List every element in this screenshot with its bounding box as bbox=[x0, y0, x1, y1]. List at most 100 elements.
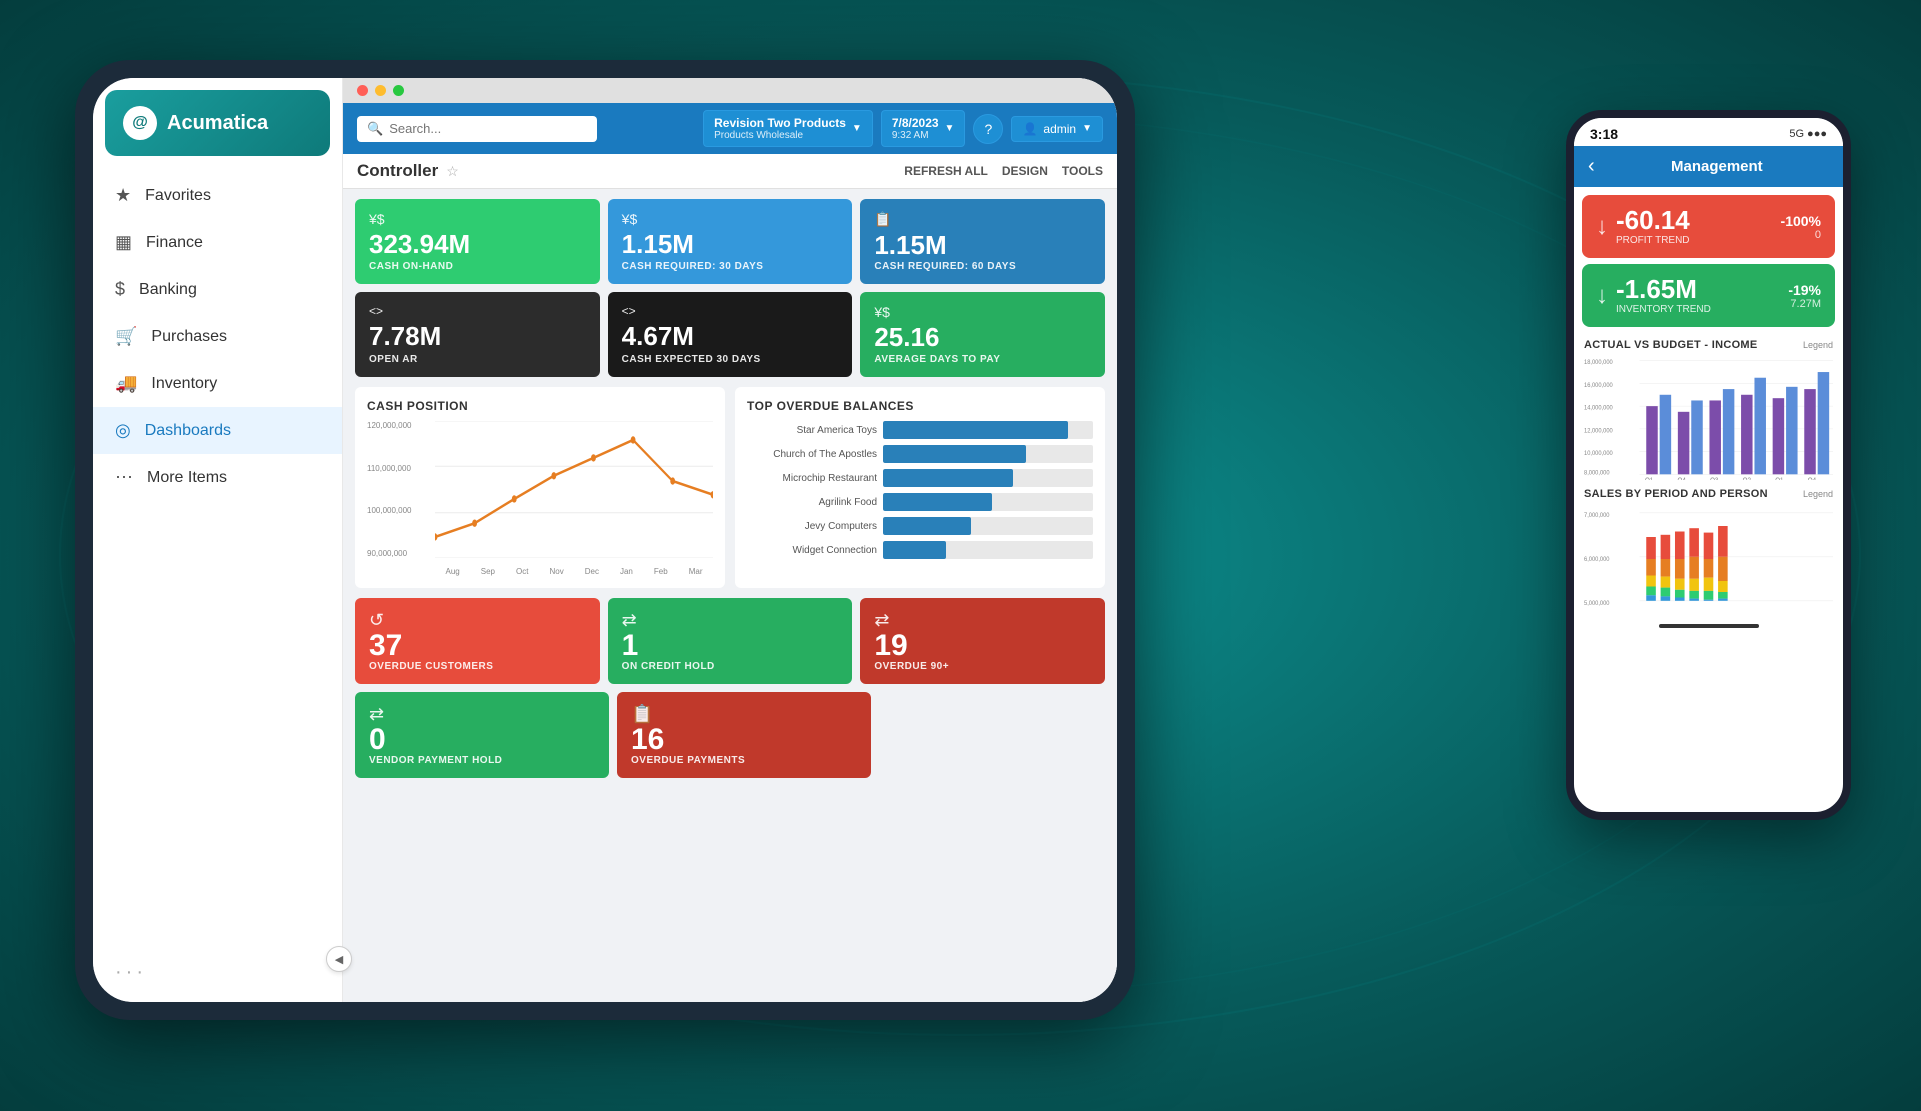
svg-text:16,000,000: 16,000,000 bbox=[1584, 381, 1613, 389]
more-items-icon: ⋯ bbox=[115, 467, 133, 488]
cash-expected-icon: <> bbox=[622, 304, 636, 318]
company-chevron-icon: ▼ bbox=[852, 123, 862, 134]
inventory-trend-value: -1.65M bbox=[1616, 276, 1711, 302]
metric-overdue-customers[interactable]: ↺ 37 OVERDUE CUSTOMERS bbox=[355, 598, 600, 684]
bar-label: Star America Toys bbox=[747, 425, 877, 436]
metric-cash-on-hand[interactable]: ¥$ 323.94M CASH ON-HAND bbox=[355, 199, 600, 284]
avg-days-value: 25.16 bbox=[874, 324, 1091, 350]
svg-text:Q1: Q1 bbox=[1775, 477, 1783, 480]
bar-chart: Star America Toys Church of The Apostles bbox=[747, 421, 1093, 559]
time-display: 9:32 AM bbox=[892, 130, 939, 141]
bar-row: Microchip Restaurant bbox=[747, 469, 1093, 487]
metric-cash-expected[interactable]: <> 4.67M CASH EXPECTED 30 DAYS bbox=[608, 292, 853, 377]
overdue-payments-label: OVERDUE PAYMENTS bbox=[631, 755, 857, 766]
nav-item-purchases[interactable]: 🛒 Purchases bbox=[93, 313, 342, 360]
open-ar-value: 7.78M bbox=[369, 323, 586, 349]
metric-overdue-payments[interactable]: 📋 16 OVERDUE PAYMENTS bbox=[617, 692, 871, 778]
top-nav: 🔍 Revision Two Products Products Wholesa… bbox=[343, 103, 1117, 154]
inventory-trend-label: INVENTORY TREND bbox=[1616, 304, 1711, 315]
sidebar-collapse-button[interactable]: ◀ bbox=[326, 946, 352, 972]
credit-hold-label: ON CREDIT HOLD bbox=[622, 661, 839, 672]
sidebar: @ Acumatica ★ Favorites ▦ Finance $ Bank… bbox=[93, 78, 343, 1002]
inventory-icon: 🚚 bbox=[115, 373, 137, 394]
bar-row: Star America Toys bbox=[747, 421, 1093, 439]
mobile-back-icon[interactable]: ‹ bbox=[1588, 155, 1595, 178]
design-button[interactable]: DESIGN bbox=[1002, 164, 1048, 178]
credit-hold-value: 1 bbox=[622, 631, 839, 661]
overdue-customers-label: OVERDUE CUSTOMERS bbox=[369, 661, 586, 672]
actual-vs-budget-title: ACTUAL VS BUDGET - INCOME bbox=[1584, 339, 1758, 351]
metric-cash-required-60[interactable]: 📋 1.15M CASH REQUIRED: 60 DAYS bbox=[860, 199, 1105, 284]
logo-area: @ Acumatica bbox=[105, 90, 330, 156]
svg-text:8,000,000: 8,000,000 bbox=[1584, 469, 1610, 477]
cash-req-30-icon: ¥$ bbox=[622, 211, 638, 227]
nav-item-finance[interactable]: ▦ Finance bbox=[93, 219, 342, 266]
metric-credit-hold[interactable]: ⇄ 1 ON CREDIT HOLD bbox=[608, 598, 853, 684]
overdue-balances-chart: TOP OVERDUE BALANCES Star America Toys bbox=[735, 387, 1105, 588]
overdue-payments-value: 16 bbox=[631, 725, 857, 755]
svg-text:5,000,000: 5,000,000 bbox=[1584, 600, 1610, 607]
help-button[interactable]: ? bbox=[973, 114, 1003, 144]
mobile-inventory-trend[interactable]: ↓ -1.65M INVENTORY TREND -19% 7.27M bbox=[1582, 264, 1835, 327]
cash-req-30-value: 1.15M bbox=[622, 231, 839, 257]
profit-trend-label: PROFIT TREND bbox=[1616, 235, 1690, 246]
cash-req-60-value: 1.15M bbox=[874, 232, 1091, 258]
nav-item-favorites[interactable]: ★ Favorites bbox=[93, 172, 342, 219]
refresh-all-button[interactable]: REFRESH ALL bbox=[904, 164, 988, 178]
nav-item-banking[interactable]: $ Banking bbox=[93, 266, 342, 313]
cash-req-30-label: CASH REQUIRED: 30 DAYS bbox=[622, 261, 839, 272]
svg-text:Q2: Q2 bbox=[1743, 477, 1751, 480]
chrome-dot-red bbox=[357, 85, 368, 96]
bar-label: Agrilink Food bbox=[747, 497, 877, 508]
page-header: Controller ☆ REFRESH ALL DESIGN TOOLS bbox=[343, 154, 1117, 189]
metric-avg-days[interactable]: ¥$ 25.16 AVERAGE DAYS TO PAY bbox=[860, 292, 1105, 377]
bar-label: Jevy Computers bbox=[747, 521, 877, 532]
nav-item-more-items[interactable]: ⋯ More Items bbox=[93, 454, 342, 501]
mobile-sales-by-period: SALES BY PERIOD AND PERSON Legend 7,000,… bbox=[1574, 484, 1843, 618]
cash-position-chart: CASH POSITION 120,000,000 110,000,000 10… bbox=[355, 387, 725, 588]
cash-expected-value: 4.67M bbox=[622, 323, 839, 349]
overdue-90-icon: ⇄ bbox=[874, 610, 889, 631]
vendor-hold-icon: ⇄ bbox=[369, 704, 384, 725]
user-menu[interactable]: 👤 admin ▼ bbox=[1011, 116, 1103, 142]
date-selector[interactable]: 7/8/2023 9:32 AM ▼ bbox=[881, 110, 966, 147]
charts-row: CASH POSITION 120,000,000 110,000,000 10… bbox=[355, 387, 1105, 588]
metric-overdue-90[interactable]: ⇄ 19 OVERDUE 90+ bbox=[860, 598, 1105, 684]
search-input[interactable] bbox=[389, 121, 569, 136]
page-title: Controller bbox=[357, 161, 438, 181]
nav-item-inventory[interactable]: 🚚 Inventory bbox=[93, 360, 342, 407]
metric-open-ar[interactable]: <> 7.78M OPEN AR bbox=[355, 292, 600, 377]
bar-row: Agrilink Food bbox=[747, 493, 1093, 511]
metric-cash-required-30[interactable]: ¥$ 1.15M CASH REQUIRED: 30 DAYS bbox=[608, 199, 853, 284]
tools-button[interactable]: TOOLS bbox=[1062, 164, 1103, 178]
sales-by-period-title: SALES BY PERIOD AND PERSON bbox=[1584, 488, 1768, 500]
mobile-nav: ‹ Management bbox=[1574, 146, 1843, 187]
open-ar-icon: <> bbox=[369, 304, 383, 318]
metric-vendor-hold[interactable]: ⇄ 0 VENDOR PAYMENT HOLD bbox=[355, 692, 609, 778]
overdue-customers-icon: ↺ bbox=[369, 610, 384, 631]
mobile-home-indicator bbox=[1574, 618, 1843, 634]
open-ar-label: OPEN AR bbox=[369, 354, 586, 365]
search-icon: 🔍 bbox=[367, 121, 383, 137]
company-selector[interactable]: Revision Two Products Products Wholesale… bbox=[703, 110, 873, 147]
bookmark-icon[interactable]: ☆ bbox=[446, 163, 459, 180]
mobile-actual-vs-budget: ACTUAL VS BUDGET - INCOME Legend 18,000,… bbox=[1574, 335, 1843, 484]
metric-row-3: ↺ 37 OVERDUE CUSTOMERS ⇄ 1 ON CREDIT HOL… bbox=[355, 598, 1105, 684]
search-box[interactable]: 🔍 bbox=[357, 116, 597, 142]
banking-icon: $ bbox=[115, 279, 125, 300]
svg-text:18,000,000: 18,000,000 bbox=[1584, 359, 1613, 367]
mobile-device: 3:18 5G ●●● ‹ Management ↓ -60.14 PROFIT… bbox=[1566, 110, 1851, 820]
profit-trend-pct: -100% bbox=[1781, 213, 1821, 229]
svg-text:7,000,000: 7,000,000 bbox=[1584, 512, 1610, 519]
date-chevron-icon: ▼ bbox=[945, 123, 955, 134]
overdue-customers-value: 37 bbox=[369, 631, 586, 661]
metric-row-2: <> 7.78M OPEN AR <> 4.67M CASH EXPECTED … bbox=[355, 292, 1105, 377]
overdue-title: TOP OVERDUE BALANCES bbox=[747, 399, 1093, 413]
bar-label: Widget Connection bbox=[747, 545, 877, 556]
actual-vs-budget-legend: Legend bbox=[1803, 340, 1833, 350]
purchases-icon: 🛒 bbox=[115, 326, 137, 347]
metric-row-4: ⇄ 0 VENDOR PAYMENT HOLD 📋 16 OVERDUE PAY… bbox=[355, 692, 1105, 778]
mobile-profit-trend[interactable]: ↓ -60.14 PROFIT TREND -100% 0 bbox=[1582, 195, 1835, 258]
svg-text:Q4: Q4 bbox=[1808, 477, 1816, 480]
nav-item-dashboards[interactable]: ◎ Dashboards bbox=[93, 407, 342, 454]
